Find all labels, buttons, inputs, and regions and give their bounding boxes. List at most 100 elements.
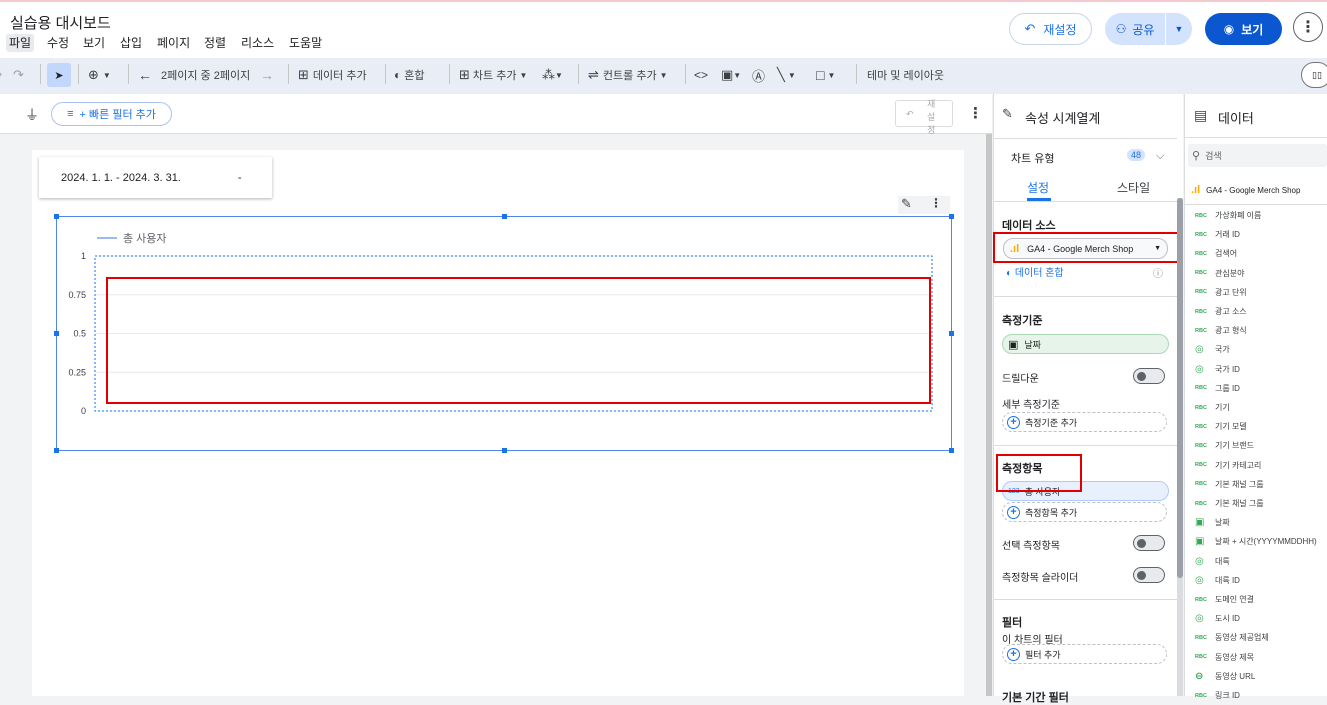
add-control-button[interactable]: ⇌ 컨트롤 추가 ▼ bbox=[588, 66, 667, 84]
share-button[interactable]: ⚇ 공유 bbox=[1105, 13, 1165, 45]
panel-toggle-button[interactable]: ▯▯ bbox=[1301, 62, 1327, 88]
blend-button[interactable]: ◐ 혼합 bbox=[394, 66, 425, 84]
optional-metrics-toggle[interactable] bbox=[1133, 535, 1165, 551]
field-item[interactable]: RBC 기기 카테고리 bbox=[1195, 456, 1261, 475]
field-item[interactable]: RBC 기본 채널 그룹 bbox=[1195, 494, 1264, 513]
line-tool-icon[interactable]: ╲ ▼ bbox=[777, 66, 796, 84]
community-viz-icon[interactable]: ⁂ ▼ bbox=[542, 66, 563, 84]
chevron-down-icon[interactable]: ⌵ bbox=[1156, 150, 1164, 163]
menu-resource[interactable]: 리소스 bbox=[238, 34, 277, 52]
next-page-icon[interactable]: → bbox=[260, 66, 274, 84]
filter-reset-button[interactable]: ↶ 재 설 정 bbox=[895, 99, 953, 135]
field-item[interactable]: RBC 광고 소스 bbox=[1195, 302, 1247, 321]
reset-button[interactable]: ↶ 재설정 bbox=[1009, 13, 1092, 45]
field-name: 날짜 bbox=[1215, 518, 1230, 528]
image-icon[interactable]: ▣ ▼ bbox=[721, 66, 741, 84]
date-range-control[interactable]: 2024. 1. 1. - 2024. 3. 31. - bbox=[39, 157, 272, 198]
field-item[interactable]: RBC 기본 채널 그룹 bbox=[1195, 475, 1264, 494]
menu-edit[interactable]: 수정 bbox=[44, 34, 72, 52]
optional-metrics-label: 선택 측정항목 bbox=[1002, 541, 1060, 552]
dimension-chip[interactable]: ▣ 날짜 bbox=[1002, 334, 1169, 354]
field-item[interactable]: RBC 동영상 제목 bbox=[1195, 648, 1254, 667]
blend-data-link[interactable]: ◐ 데이터 혼합 bbox=[1006, 264, 1064, 279]
field-item[interactable]: RBC 거래 ID bbox=[1195, 225, 1240, 244]
highlight-box bbox=[993, 232, 1181, 263]
prev-page-icon[interactable]: ← bbox=[138, 66, 152, 84]
date-range-arrow: - bbox=[237, 171, 242, 184]
text-box-icon[interactable]: Ⓐ bbox=[752, 66, 765, 84]
help-icon[interactable]: ⓘ bbox=[1153, 265, 1163, 280]
more-vert-icon[interactable]: ⋮ bbox=[968, 104, 983, 122]
field-item[interactable]: ▣ 날짜 + 시간(YYYYMMDDHH) bbox=[1195, 532, 1317, 551]
field-item[interactable]: ◎ 도시 ID bbox=[1195, 609, 1240, 628]
filter-heading: 필터 bbox=[1002, 617, 1023, 629]
quick-filter-button[interactable]: ≡ + 빠른 필터 추가 bbox=[51, 102, 172, 126]
data-search-input[interactable]: ⚲ 검색 bbox=[1188, 144, 1327, 167]
field-item[interactable]: ▣ 날짜 bbox=[1195, 513, 1230, 532]
menu-insert[interactable]: 삽입 bbox=[117, 34, 145, 52]
resize-handle[interactable] bbox=[949, 331, 954, 336]
tab-style[interactable]: 스타일 bbox=[1117, 179, 1150, 196]
field-item[interactable]: RBC 기기 모델 bbox=[1195, 417, 1247, 436]
text-field-icon: RBC bbox=[1195, 231, 1207, 238]
menu-arrange[interactable]: 정렬 bbox=[201, 34, 229, 52]
resize-handle[interactable] bbox=[502, 214, 507, 219]
field-item[interactable]: RBC 광고 단위 bbox=[1195, 283, 1247, 302]
field-item[interactable]: ◎ 국가 ID bbox=[1195, 360, 1240, 379]
resize-handle[interactable] bbox=[54, 331, 59, 336]
field-item[interactable]: RBC 기기 브랜드 bbox=[1195, 436, 1254, 455]
undo-icon[interactable]: ◦ bbox=[0, 66, 2, 84]
add-dimension-button[interactable]: + 측정기준 추가 bbox=[1002, 412, 1167, 432]
resize-handle[interactable] bbox=[502, 448, 507, 453]
field-item[interactable]: ⊖ 동영상 URL bbox=[1195, 667, 1255, 686]
add-control-label: 컨트롤 추가 bbox=[602, 70, 657, 82]
field-item[interactable]: RBC 검색어 bbox=[1195, 244, 1237, 263]
add-metric-button[interactable]: + 측정항목 추가 bbox=[1002, 502, 1167, 522]
menu-help[interactable]: 도움말 bbox=[286, 34, 325, 52]
field-item[interactable]: ◎ 국가 bbox=[1195, 340, 1230, 359]
field-item[interactable]: ◎ 대륙 ID bbox=[1195, 571, 1240, 590]
section-divider bbox=[993, 445, 1177, 446]
zoom-icon[interactable]: ⊕ ▼ bbox=[88, 66, 111, 84]
tab-setup[interactable]: 설정 bbox=[1027, 179, 1049, 196]
menu-view[interactable]: 보기 bbox=[80, 34, 108, 52]
chart-add-icon: ⊞ bbox=[459, 67, 470, 82]
metric-slider-toggle[interactable] bbox=[1133, 567, 1165, 583]
toolbar-divider bbox=[449, 64, 450, 84]
redo-icon[interactable]: ↷ bbox=[13, 66, 24, 84]
menu-page[interactable]: 페이지 bbox=[154, 34, 193, 52]
theme-layout-button[interactable]: 테마 및 레이아웃 bbox=[867, 66, 944, 84]
field-item[interactable]: RBC 동영상 제공업체 bbox=[1195, 628, 1269, 647]
field-item[interactable]: RBC 관심분야 bbox=[1195, 264, 1244, 283]
resize-handle[interactable] bbox=[949, 448, 954, 453]
embed-code-icon[interactable]: <> bbox=[694, 66, 708, 84]
more-options-button[interactable]: ⋮ bbox=[1293, 12, 1323, 42]
shape-tool-icon[interactable]: □ ▼ bbox=[816, 66, 835, 84]
resize-handle[interactable] bbox=[54, 448, 59, 453]
edit-pencil-icon[interactable]: ✎ bbox=[901, 196, 912, 212]
add-filter-button[interactable]: + 필터 추가 bbox=[1002, 644, 1167, 664]
field-item[interactable]: ◎ 대륙 bbox=[1195, 552, 1230, 571]
select-tool-button[interactable]: ➤ bbox=[47, 63, 71, 87]
resize-handle[interactable] bbox=[949, 214, 954, 219]
view-button[interactable]: ◉ 보기 bbox=[1205, 13, 1282, 45]
field-item[interactable]: RBC 그룹 ID bbox=[1195, 379, 1240, 398]
field-name: 대륙 ID bbox=[1215, 575, 1240, 585]
add-data-button[interactable]: ⊞ 데이터 추가 bbox=[298, 66, 367, 84]
field-item[interactable]: RBC 가상화폐 이름 bbox=[1195, 206, 1261, 225]
more-vert-icon[interactable]: ⋮ bbox=[930, 196, 942, 210]
data-source-row[interactable]: .ıl GA4 - Google Merch Shop bbox=[1184, 176, 1327, 205]
canvas-scrollbar[interactable] bbox=[986, 134, 992, 696]
drilldown-toggle[interactable] bbox=[1133, 368, 1165, 384]
add-chart-button[interactable]: ⊞ 차트 추가 ▼ bbox=[459, 66, 527, 84]
field-item[interactable]: RBC 도메인 연결 bbox=[1195, 590, 1254, 609]
field-item[interactable]: RBC 기기 bbox=[1195, 398, 1230, 417]
properties-scrollbar-thumb[interactable] bbox=[1177, 198, 1183, 578]
y-tick-label: 1 bbox=[81, 251, 86, 261]
resize-handle[interactable] bbox=[54, 214, 59, 219]
report-title[interactable]: 실습용 대시보드 bbox=[10, 12, 111, 33]
field-item[interactable]: RBC 광고 형식 bbox=[1195, 321, 1247, 340]
text-field-icon: RBC bbox=[1195, 327, 1207, 334]
filter-funnel-icon[interactable]: ⏚ bbox=[25, 105, 39, 125]
menu-file[interactable]: 파일 bbox=[6, 34, 35, 52]
